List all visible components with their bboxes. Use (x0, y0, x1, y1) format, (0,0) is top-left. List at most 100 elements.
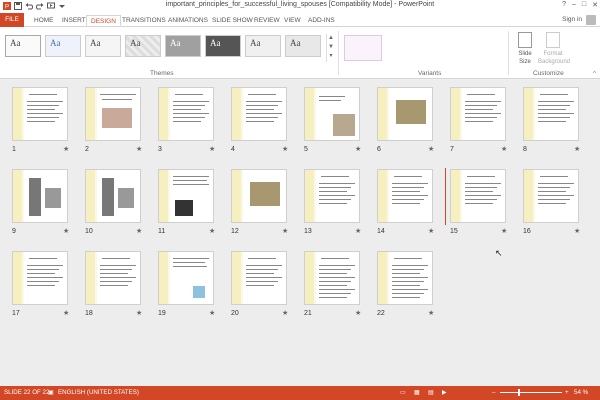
transition-star-icon[interactable]: ★ (136, 227, 142, 235)
tab-add-ins[interactable]: ADD-INS (304, 15, 339, 26)
theme-5[interactable]: Aa (165, 35, 201, 57)
minimize-button[interactable]: – (572, 1, 576, 9)
transition-star-icon[interactable]: ★ (501, 227, 507, 235)
transition-star-icon[interactable]: ★ (282, 309, 288, 317)
zoom-level[interactable]: 54 % (574, 389, 588, 396)
slide-thumbnail[interactable] (377, 87, 433, 141)
slide-thumbnail[interactable] (158, 251, 214, 305)
language-status[interactable]: ENGLISH (UNITED STATES) (58, 389, 139, 396)
sign-in-link[interactable]: Sign in (562, 16, 582, 23)
slide-text-line (100, 265, 136, 266)
account-avatar[interactable] (586, 15, 596, 25)
transition-star-icon[interactable]: ★ (574, 145, 580, 153)
slide-thumbnail[interactable] (304, 251, 360, 305)
tab-home[interactable]: HOME (30, 15, 58, 26)
reading-view-icon[interactable]: ▤ (428, 389, 434, 396)
collapse-ribbon-icon[interactable]: ^ (593, 71, 596, 77)
slide-thumbnail[interactable] (158, 87, 214, 141)
theme-7[interactable]: Aa (245, 35, 281, 57)
slide-thumbnail[interactable] (231, 169, 287, 223)
maximize-button[interactable]: □ (582, 1, 586, 9)
tab-review[interactable]: REVIEW (250, 15, 284, 26)
slide-text-line (248, 258, 276, 259)
help-button[interactable]: ? (562, 1, 566, 9)
theme-4[interactable]: Aa (125, 35, 161, 57)
slide-thumbnail[interactable] (85, 87, 141, 141)
tab-transitions[interactable]: TRANSITIONS (118, 15, 170, 26)
title-bar: P important_principles_for_successful_li… (0, 0, 600, 13)
theme-3[interactable]: Aa (85, 35, 121, 57)
slide-thumbnail[interactable] (158, 169, 214, 223)
theme-office[interactable]: Aa (5, 35, 41, 57)
slide-text-line (100, 281, 132, 282)
zoom-slider-thumb[interactable] (518, 389, 520, 396)
theme-2[interactable]: Aa (45, 35, 81, 57)
transition-star-icon[interactable]: ★ (282, 227, 288, 235)
slide-text-line (465, 187, 497, 188)
tab-design[interactable]: DESIGN (86, 15, 121, 26)
transition-star-icon[interactable]: ★ (209, 145, 215, 153)
transition-star-icon[interactable]: ★ (355, 227, 361, 235)
slide-thumbnail[interactable] (12, 87, 68, 141)
transition-star-icon[interactable]: ★ (209, 309, 215, 317)
slide-band (95, 88, 97, 140)
slide-band (241, 88, 243, 140)
tab-view[interactable]: VIEW (280, 15, 305, 26)
slide-thumbnail[interactable] (85, 169, 141, 223)
zoom-out-icon[interactable]: – (492, 389, 495, 396)
slide-thumbnail[interactable] (523, 169, 579, 223)
slide-thumbnail[interactable] (85, 251, 141, 305)
slide-band (86, 252, 95, 304)
format-background-button[interactable]: Format Background (538, 32, 570, 66)
transition-star-icon[interactable]: ★ (355, 145, 361, 153)
tab-animations[interactable]: ANIMATIONS (164, 15, 212, 26)
slide-thumbnail[interactable] (450, 169, 506, 223)
themes-gallery-scroll[interactable]: ▲ ▼ ▾ (326, 34, 335, 62)
slide-text-line (538, 121, 566, 122)
slide-number: 5 (304, 146, 308, 153)
slide-sorter[interactable]: 1 ★ 2 ★ 3 ★ 4 ★ 5 ★ 6 ★ 7 ★ 8 ★ 9 ★ 10 ★ 11 ★ 12 ★ 13 ★ 14 ★ 15 ★ 16 ★ 1… (0, 80, 600, 386)
transition-star-icon[interactable]: ★ (282, 145, 288, 153)
slide-thumbnail[interactable] (377, 169, 433, 223)
transition-star-icon[interactable]: ★ (63, 145, 69, 153)
transition-star-icon[interactable]: ★ (501, 145, 507, 153)
slide-thumbnail[interactable] (304, 169, 360, 223)
normal-view-icon[interactable]: ▭ (400, 389, 406, 396)
transition-star-icon[interactable]: ★ (209, 227, 215, 235)
transition-star-icon[interactable]: ★ (136, 145, 142, 153)
transition-star-icon[interactable]: ★ (355, 309, 361, 317)
slide-thumbnail[interactable] (231, 87, 287, 141)
slide-thumbnail[interactable] (12, 169, 68, 223)
theme-8[interactable]: Aa (285, 35, 321, 57)
slideshow-view-icon[interactable]: ▶ (442, 389, 447, 396)
variant-1[interactable] (344, 35, 382, 61)
slide-thumbnail[interactable] (304, 87, 360, 141)
transition-star-icon[interactable]: ★ (63, 227, 69, 235)
slide-thumbnail[interactable] (377, 251, 433, 305)
slide-number: 16 (523, 228, 531, 235)
slide-text-line (319, 187, 351, 188)
slide-thumbnail[interactable] (231, 251, 287, 305)
language-icon[interactable]: ▣ (48, 389, 54, 396)
transition-star-icon[interactable]: ★ (136, 309, 142, 317)
transition-star-icon[interactable]: ★ (63, 309, 69, 317)
slide-thumbnail[interactable] (523, 87, 579, 141)
tab-file[interactable]: FILE (0, 13, 24, 27)
zoom-in-icon[interactable]: + (565, 389, 569, 396)
slide-picture (333, 114, 355, 136)
slide-sorter-view-icon[interactable]: ▦ (414, 389, 420, 396)
close-button[interactable]: ✕ (592, 1, 598, 9)
slide-text-line (392, 277, 428, 278)
transition-star-icon[interactable]: ★ (428, 145, 434, 153)
slide-thumbnail[interactable] (12, 251, 68, 305)
slide-number: 19 (158, 310, 166, 317)
slide-size-button[interactable]: Slide Size (514, 32, 536, 66)
tab-insert[interactable]: INSERT (58, 15, 90, 26)
transition-star-icon[interactable]: ★ (428, 227, 434, 235)
slide-thumbnail[interactable] (450, 87, 506, 141)
transition-star-icon[interactable]: ★ (428, 309, 434, 317)
zoom-slider[interactable] (500, 392, 562, 393)
slide-text-line (27, 105, 59, 106)
theme-6[interactable]: Aa (205, 35, 241, 57)
transition-star-icon[interactable]: ★ (574, 227, 580, 235)
